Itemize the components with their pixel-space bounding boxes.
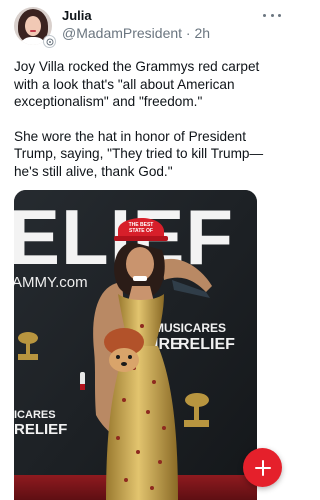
post-time: 2h <box>194 25 211 41</box>
backdrop-url-text: AMMY.com <box>14 274 88 291</box>
post-image[interactable]: ELIEF AMMY.com MUSICARES IRE RELIEF ICAR… <box>14 190 257 500</box>
post-paragraph: Joy Villa rocked the Grammys red carpet … <box>14 59 260 109</box>
author-name[interactable]: Julia <box>62 8 92 23</box>
badge-icon <box>43 35 56 48</box>
meta-separator: · <box>182 25 195 41</box>
musicares-text: MUSICARES <box>154 321 226 335</box>
author-meta: @MadamPresident · 2h <box>62 25 210 41</box>
bottom-left-relief: RELIEF <box>14 421 67 438</box>
post-paragraph: She wore the hat in honor of President T… <box>14 128 264 179</box>
author-handle[interactable]: @MadamPresident <box>62 25 182 41</box>
post-text: Joy Villa rocked the Grammys red carpet … <box>14 58 284 197</box>
post-card[interactable]: Julia @MadamPresident · 2h Joy Villa roc… <box>0 0 294 500</box>
compose-button[interactable] <box>243 448 282 487</box>
avatar[interactable] <box>14 7 56 48</box>
more-horizontal-icon[interactable] <box>263 9 281 21</box>
hat-text-line-2: STATE OF <box>129 228 153 234</box>
plus-icon <box>254 459 271 476</box>
musicares-relief: RELIEF <box>178 336 235 353</box>
musicares-logo: MUSICARES IRE RELIEF <box>154 321 235 353</box>
bottom-left-musicares: ICARES <box>14 409 56 421</box>
